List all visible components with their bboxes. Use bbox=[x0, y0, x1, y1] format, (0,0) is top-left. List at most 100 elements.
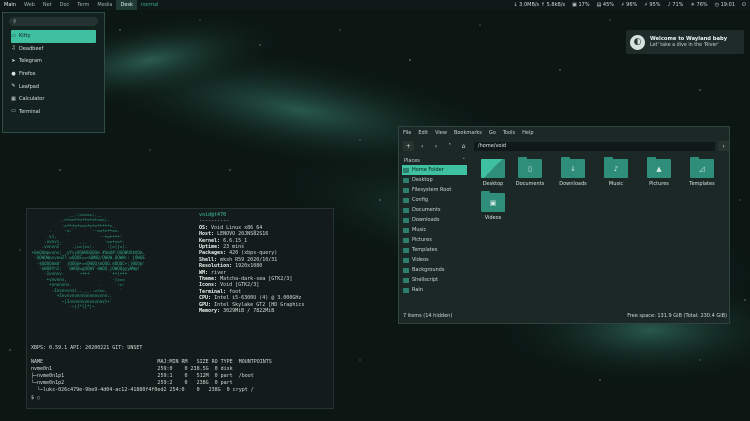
shell-prompt[interactable]: $ ▯ bbox=[31, 395, 40, 401]
power-icon[interactable]: ⏻ bbox=[742, 0, 746, 10]
place-filesystem-root[interactable]: Filesystem Root bbox=[402, 185, 467, 195]
notification-popup[interactable]: ◐ Welcome to Wayland baby Let' take a di… bbox=[626, 30, 744, 54]
workspace-doc[interactable]: Doc bbox=[56, 0, 74, 10]
info-value: Intel Skylake GT2 [HD Graphics bbox=[214, 301, 305, 308]
place-label: Backgrounds bbox=[412, 267, 445, 273]
location-bar[interactable]: /home/void bbox=[473, 141, 716, 151]
launcher-item-calculator[interactable]: ▦ Calculator bbox=[11, 93, 96, 106]
info-key: Packages: bbox=[199, 250, 227, 257]
clock-value: 19:01 bbox=[720, 2, 736, 8]
menu-edit[interactable]: Edit bbox=[418, 130, 428, 136]
launcher-item-leafpad[interactable]: ✎ Leafpad bbox=[11, 80, 96, 93]
info-value: 420 (xbps-query) bbox=[229, 250, 278, 257]
place-templates[interactable]: Templates bbox=[402, 245, 467, 255]
folder-icon bbox=[403, 247, 409, 253]
place-home-folder[interactable]: Home Folder bbox=[402, 165, 467, 175]
lsblk-line: ├─nvme0n1p1 259:1 0 512M 0 part /boot bbox=[31, 373, 254, 379]
place-label: Home Folder bbox=[412, 167, 444, 173]
battery-charging-icon: ⚡ bbox=[644, 2, 648, 8]
battery2-status[interactable]: ⚡ 95% bbox=[644, 0, 660, 10]
cpu-status[interactable]: ▣ 17% bbox=[572, 0, 589, 10]
launcher-item-firefox[interactable]: ● Firefox bbox=[11, 68, 96, 81]
info-key: Kernel: bbox=[199, 237, 221, 244]
music-folder-icon: ♪ bbox=[604, 157, 628, 178]
brightness-status[interactable]: ☀ 76% bbox=[690, 0, 707, 10]
workspace-net[interactable]: Net bbox=[39, 0, 56, 10]
file-item-videos[interactable]: ▣ Videos bbox=[475, 191, 511, 233]
clock[interactable]: ◷ 19:01 bbox=[715, 0, 735, 10]
menu-file[interactable]: File bbox=[403, 130, 411, 136]
file-item-documents[interactable]: ▯ Documents bbox=[512, 157, 548, 199]
menu-view[interactable]: View bbox=[435, 130, 447, 136]
telegram-icon: ➤ bbox=[11, 57, 16, 64]
void-logo-icon: ◐ bbox=[630, 34, 645, 50]
launcher-item-kitty[interactable]: ▭ Kitty bbox=[11, 30, 96, 43]
drive-icon bbox=[403, 187, 409, 193]
folder-icon bbox=[403, 197, 409, 203]
info-value: mksh R59 2020/10/31 bbox=[220, 256, 278, 263]
launcher-item-telegram[interactable]: ➤ Telegram bbox=[11, 55, 96, 68]
battery1-status[interactable]: ⚡ 96% bbox=[621, 0, 637, 10]
folder-icon bbox=[403, 177, 409, 183]
workspace-term[interactable]: Term bbox=[73, 0, 93, 10]
folder-icon bbox=[403, 207, 409, 213]
info-line: Memory: 3029MiB / 7822MiB bbox=[199, 308, 334, 314]
workspace-desk[interactable]: Desk bbox=[116, 0, 137, 10]
menu-go[interactable]: Go bbox=[489, 130, 496, 136]
place-pictures[interactable]: Pictures bbox=[402, 235, 467, 245]
terminal-window[interactable]: __.;=====;.__ _.=+==++=++=+=+===;. -=+++… bbox=[26, 208, 334, 409]
launcher-item-terminal[interactable]: ▭ Terminal bbox=[11, 106, 96, 119]
launcher-search-input[interactable]: ⚲ bbox=[9, 17, 98, 26]
lsblk-output: NAME MAJ:MIN RM SIZE RO TYPE MOUNTPOINTS… bbox=[31, 359, 331, 394]
place-music[interactable]: Music bbox=[402, 225, 467, 235]
menu-help[interactable]: Help bbox=[522, 130, 533, 136]
volume-value: 71% bbox=[672, 2, 684, 8]
downloads-folder-icon: ↓ bbox=[561, 157, 585, 178]
menu-tools[interactable]: Tools bbox=[503, 130, 515, 136]
places-header-label: Places bbox=[404, 157, 420, 164]
file-item-music[interactable]: ♪ Music bbox=[598, 157, 634, 199]
launcher-item-label: Deadbeef bbox=[19, 45, 44, 52]
up-button[interactable]: ˄ bbox=[444, 141, 455, 151]
folder-icon bbox=[403, 257, 409, 263]
network-status[interactable]: ↓ 3.0MB/s ↑ 5.8kB/s bbox=[513, 0, 565, 10]
launcher-item-label: Telegram bbox=[19, 58, 42, 65]
home-icon: ⌂ bbox=[461, 142, 466, 150]
search-icon: ⚲ bbox=[13, 18, 17, 25]
app-launcher: ⚲ ▭ Kitty ♫ Deadbeef ➤ Telegram ● Firefox ✎ L… bbox=[2, 12, 105, 133]
workspace-media[interactable]: Media bbox=[93, 0, 116, 10]
go-button[interactable]: › bbox=[718, 141, 729, 151]
place-videos[interactable]: Videos bbox=[402, 255, 467, 265]
home-button[interactable]: ⌂ bbox=[458, 141, 469, 151]
file-manager-window: File Edit View Bookmarks Go Tools Help +… bbox=[398, 126, 730, 324]
place-shellscript[interactable]: Shellscript bbox=[402, 275, 467, 285]
upload-icon: ↑ bbox=[540, 2, 545, 8]
forward-button[interactable]: › bbox=[431, 141, 442, 151]
workspace-web[interactable]: Web bbox=[20, 0, 39, 10]
launcher-item-deadbeef[interactable]: ♫ Deadbeef bbox=[11, 43, 96, 56]
workspace-main[interactable]: Main bbox=[0, 0, 20, 10]
place-backgrounds[interactable]: Backgrounds bbox=[402, 265, 467, 275]
place-documents[interactable]: Documents bbox=[402, 205, 467, 215]
xbps-version: XBPS: 0.59.1 API: 20200221 GIT: UNSET bbox=[31, 345, 143, 351]
terminal-icon: ▭ bbox=[11, 108, 16, 115]
new-tab-button[interactable]: + bbox=[403, 141, 414, 151]
back-button[interactable]: ‹ bbox=[417, 141, 428, 151]
volume-status[interactable]: ♪ 71% bbox=[668, 0, 684, 10]
file-item-templates[interactable]: ◿ Templates bbox=[684, 157, 720, 199]
place-desktop[interactable]: Desktop bbox=[402, 175, 467, 185]
brightness-icon: ☀ bbox=[690, 2, 695, 8]
memory-status[interactable]: ▤ 45% bbox=[597, 0, 614, 10]
battery-charging-icon: ⚡ bbox=[621, 2, 625, 8]
chevron-down-icon: ˅ bbox=[462, 157, 466, 164]
file-item-pictures[interactable]: ▲ Pictures bbox=[641, 157, 677, 199]
place-config[interactable]: Config bbox=[402, 195, 467, 205]
places-header[interactable]: Places ˅ bbox=[402, 156, 467, 165]
menu-bookmarks[interactable]: Bookmarks bbox=[454, 130, 482, 136]
info-key: Theme: bbox=[199, 276, 218, 283]
place-downloads[interactable]: Downloads bbox=[402, 215, 467, 225]
free-space: Free space: 131.9 GiB (Total: 230.4 GiB) bbox=[627, 313, 727, 319]
ascii-line: -~|{*l}*|~ bbox=[29, 303, 95, 309]
file-item-downloads[interactable]: ↓ Downloads bbox=[555, 157, 591, 199]
place-rain[interactable]: Rain bbox=[402, 285, 467, 295]
